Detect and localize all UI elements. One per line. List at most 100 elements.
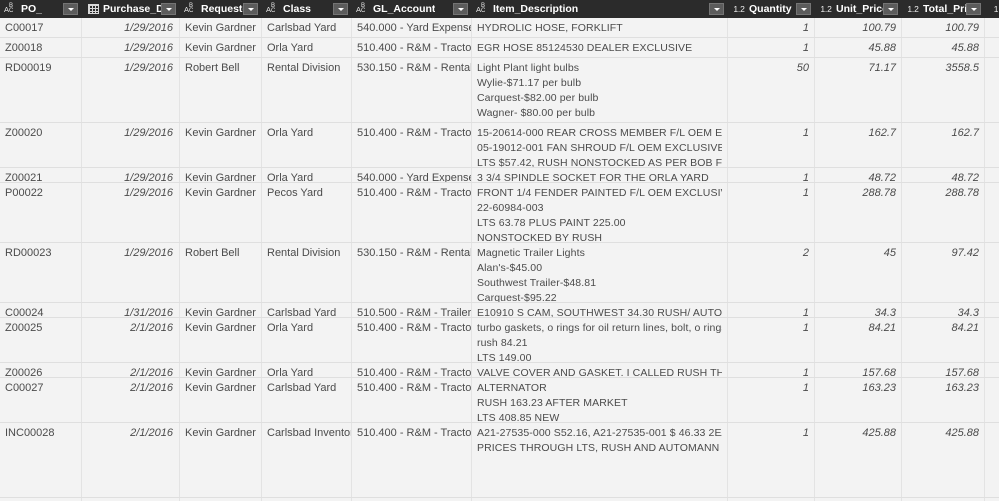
cell-po[interactable]: C00027 <box>0 378 82 422</box>
filter-dropdown-button-date[interactable] <box>161 3 176 15</box>
cell-gl-account[interactable]: 510.400 - R&M - Tractors <box>352 378 472 422</box>
cell-total-price[interactable]: 425.88 <box>902 423 985 497</box>
column-header-req[interactable]: ABC Requested_By <box>180 0 262 18</box>
cell-po[interactable]: Z00020 <box>0 123 82 167</box>
cell-total-price[interactable]: 288.78 <box>902 183 985 242</box>
cell-purchase-date[interactable]: 2/1/2016 <box>82 378 180 422</box>
cell-clipped-next[interactable] <box>985 38 999 57</box>
cell-class[interactable]: Orla Yard <box>262 38 352 57</box>
cell-purchase-date[interactable]: 1/29/2016 <box>82 243 180 302</box>
cell-total-price[interactable]: 100.79 <box>902 18 985 37</box>
column-header-class[interactable]: A B C Class <box>262 0 352 18</box>
cell-purchase-date[interactable]: 1/31/2016 <box>82 303 180 317</box>
cell-class[interactable]: Orla Yard <box>262 363 352 377</box>
cell-class[interactable]: Orla Yard <box>262 168 352 182</box>
cell-gl-account[interactable]: 510.400 - R&M - Tractors <box>352 318 472 362</box>
cell-clipped-next[interactable] <box>985 58 999 122</box>
table-row[interactable]: C00027 2/1/2016 Kevin Gardner Carlsbad Yard… <box>0 378 999 423</box>
cell-total-price[interactable]: 34.3 <box>902 303 985 317</box>
column-header-gl[interactable]: A B C GL_Account <box>352 0 472 18</box>
cell-class[interactable]: Orla Yard <box>262 318 352 362</box>
cell-quantity[interactable]: 1 <box>728 183 815 242</box>
cell-requested-by[interactable]: Kevin Gardner <box>180 18 262 37</box>
cell-class[interactable]: Carlsbad Yard <box>262 18 352 37</box>
column-header-po[interactable]: A B C PO_ <box>0 0 82 18</box>
cell-gl-account[interactable]: 510.400 - R&M - Tractors <box>352 183 472 242</box>
table-row[interactable]: C00024 1/31/2016 Kevin Gardner Carlsbad Yar… <box>0 303 999 318</box>
cell-clipped-next[interactable] <box>985 423 999 497</box>
cell-po[interactable]: RD00023 <box>0 243 82 302</box>
cell-total-price[interactable]: 163.23 <box>902 378 985 422</box>
table-row[interactable]: Z00021 1/29/2016 Kevin Gardner Orla Yard 540… <box>0 168 999 183</box>
cell-quantity[interactable]: 1 <box>728 423 815 497</box>
cell-item-description[interactable]: 3 3/4 SPINDLE SOCKET FOR THE ORLA YARD <box>472 168 728 182</box>
cell-item-description[interactable]: Light Plant light bulbs Wylie-$71.17 per … <box>472 58 728 122</box>
cell-po[interactable]: C00024 <box>0 303 82 317</box>
cell-gl-account[interactable]: 510.400 - R&M - Tractors <box>352 123 472 167</box>
cell-gl-account[interactable]: 530.150 - R&M - Rental Equip <box>352 243 472 302</box>
cell-gl-account[interactable]: 540.000 - Yard Expenses <box>352 18 472 37</box>
cell-po[interactable]: Z00025 <box>0 318 82 362</box>
cell-requested-by[interactable]: Robert Bell <box>180 243 262 302</box>
cell-purchase-date[interactable]: 1/29/2016 <box>82 38 180 57</box>
cell-gl-account[interactable]: 510.400 - R&M - Tractors <box>352 363 472 377</box>
cell-purchase-date[interactable]: 2/1/2016 <box>82 318 180 362</box>
grid-body[interactable]: C00017 1/29/2016 Kevin Gardner Carlsbad Yar… <box>0 18 999 501</box>
cell-item-description[interactable]: HYDROLIC HOSE, FORKLIFT <box>472 18 728 37</box>
cell-unit-price[interactable]: 157.68 <box>815 363 902 377</box>
cell-purchase-date[interactable]: 1/29/2016 <box>82 58 180 122</box>
cell-unit-price[interactable]: 45 <box>815 243 902 302</box>
cell-total-price[interactable]: 3558.5 <box>902 58 985 122</box>
cell-po[interactable]: P00022 <box>0 183 82 242</box>
cell-item-description[interactable]: A21-27535-000 S52.16, A21-27535-001 $ 46… <box>472 423 728 497</box>
filter-dropdown-button-qty[interactable] <box>796 3 811 15</box>
table-row[interactable]: C00017 1/29/2016 Kevin Gardner Carlsbad Yar… <box>0 18 999 38</box>
cell-requested-by[interactable]: Kevin Gardner <box>180 183 262 242</box>
cell-requested-by[interactable]: Kevin Gardner <box>180 363 262 377</box>
cell-clipped-next[interactable] <box>985 183 999 242</box>
cell-item-description[interactable]: FRONT 1/4 FENDER PAINTED F/L OEM EXCLUSI… <box>472 183 728 242</box>
cell-po[interactable]: Z00026 <box>0 363 82 377</box>
cell-total-price[interactable]: 162.7 <box>902 123 985 167</box>
cell-unit-price[interactable]: 84.21 <box>815 318 902 362</box>
table-row[interactable]: RD00023 1/29/2016 Robert Bell Rental Divisi… <box>0 243 999 303</box>
cell-gl-account[interactable]: 510.400 - R&M - Tractors <box>352 423 472 497</box>
cell-item-description[interactable]: Magnetic Trailer Lights Alan's-$45.00 Sout… <box>472 243 728 302</box>
cell-class[interactable]: Carlsbad Inventory <box>262 423 352 497</box>
cell-requested-by[interactable]: Robert Bell <box>180 58 262 122</box>
cell-quantity[interactable]: 1 <box>728 363 815 377</box>
cell-clipped-next[interactable] <box>985 363 999 377</box>
cell-clipped-next[interactable] <box>985 378 999 422</box>
cell-po[interactable]: Z00018 <box>0 38 82 57</box>
column-header-desc[interactable]: A B C Item_Description <box>472 0 728 18</box>
cell-gl-account[interactable]: 510.500 - R&M - Trailers <box>352 303 472 317</box>
cell-unit-price[interactable]: 425.88 <box>815 423 902 497</box>
cell-quantity[interactable]: 1 <box>728 18 815 37</box>
cell-quantity[interactable]: 50 <box>728 58 815 122</box>
filter-dropdown-button-class[interactable] <box>333 3 348 15</box>
cell-item-description[interactable]: 15-20614-000 REAR CROSS MEMBER F/L OEM E… <box>472 123 728 167</box>
table-row[interactable]: INC00028 2/1/2016 Kevin Gardner Carlsbad In… <box>0 423 999 498</box>
cell-quantity[interactable]: 1 <box>728 38 815 57</box>
table-row[interactable]: Z00020 1/29/2016 Kevin Gardner Orla Yard 510… <box>0 123 999 168</box>
cell-item-description[interactable]: turbo gaskets, o rings for oil return li… <box>472 318 728 362</box>
cell-class[interactable]: Carlsbad Yard <box>262 378 352 422</box>
cell-clipped-next[interactable] <box>985 168 999 182</box>
cell-class[interactable]: Rental Division <box>262 58 352 122</box>
cell-class[interactable]: Rental Division <box>262 243 352 302</box>
cell-gl-account[interactable]: 530.150 - R&M - Rental Equip <box>352 58 472 122</box>
cell-total-price[interactable]: 97.42 <box>902 243 985 302</box>
cell-item-description[interactable]: VALVE COVER AND GASKET. I CALLED RUSH TH… <box>472 363 728 377</box>
cell-total-price[interactable]: 157.68 <box>902 363 985 377</box>
column-header-qty[interactable]: 1.2 Quantity <box>728 0 815 18</box>
table-row[interactable]: Z00026 2/1/2016 Kevin Gardner Orla Yard 510.… <box>0 363 999 378</box>
table-row[interactable]: Z00025 2/1/2016 Kevin Gardner Orla Yard 510.… <box>0 318 999 363</box>
cell-requested-by[interactable]: Kevin Gardner <box>180 378 262 422</box>
cell-requested-by[interactable]: Kevin Gardner <box>180 303 262 317</box>
cell-quantity[interactable]: 1 <box>728 378 815 422</box>
cell-quantity[interactable]: 1 <box>728 318 815 362</box>
cell-clipped-next[interactable] <box>985 303 999 317</box>
cell-quantity[interactable]: 2 <box>728 243 815 302</box>
cell-po[interactable]: RD00019 <box>0 58 82 122</box>
cell-item-description[interactable]: EGR HOSE 85124530 DEALER EXCLUSIVE <box>472 38 728 57</box>
